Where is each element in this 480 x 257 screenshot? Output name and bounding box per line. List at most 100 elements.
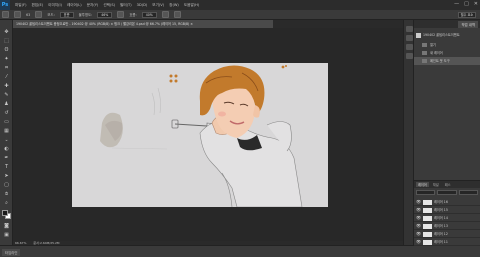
history-snapshot[interactable]: 190402 꿀팁리스트이벤트: [416, 31, 478, 39]
mode-select[interactable]: 표준: [59, 11, 74, 18]
history-item[interactable]: 새 레이어: [414, 49, 480, 57]
menu-edit[interactable]: 편집(E): [31, 3, 43, 8]
type-tool-icon[interactable]: T: [2, 163, 11, 170]
opacity-field[interactable]: 46%: [97, 11, 113, 18]
visibility-eye-icon[interactable]: 👁︎: [416, 238, 421, 246]
healing-brush-tool-icon[interactable]: ✚: [2, 82, 11, 89]
timeline-tab[interactable]: 타임라인: [2, 249, 21, 256]
visibility-eye-icon[interactable]: 👁︎: [416, 198, 421, 206]
layer-thumbnail: [423, 231, 432, 237]
history-item[interactable]: 열기: [414, 41, 480, 49]
zoom-tool-icon[interactable]: ⌕: [2, 199, 11, 206]
menu-view[interactable]: 보기(V): [152, 3, 164, 8]
blend-mode-select[interactable]: [437, 190, 457, 195]
document-tab[interactable]: 190402 꿀팁리스트이벤트 증정으로만 - 190402 @ 40% (RG…: [13, 20, 273, 28]
layer-opacity-field[interactable]: [458, 190, 478, 195]
history-item-label: 새 레이어: [430, 51, 443, 55]
close-button[interactable]: ✕: [474, 1, 478, 7]
layer-name: 레이어 15: [434, 208, 448, 212]
history-tab[interactable]: 작업 내역: [458, 21, 478, 28]
menu-help[interactable]: 도움말(H): [184, 3, 199, 8]
tab-paths[interactable]: 패스: [443, 182, 453, 187]
path-selection-tool-icon[interactable]: ➤: [2, 172, 11, 179]
menu-file[interactable]: 파일(F): [15, 3, 26, 8]
brush-panel-icon[interactable]: [35, 11, 43, 18]
brush-tool-icon[interactable]: ✎: [2, 91, 11, 98]
layers-options: [416, 190, 478, 195]
eyedropper-tool-icon[interactable]: ⁄: [2, 73, 11, 80]
maximize-button[interactable]: □: [464, 1, 469, 7]
history-step-icon: [422, 43, 427, 47]
clone-stamp-tool-icon[interactable]: ♟: [2, 100, 11, 107]
quick-mask-icon[interactable]: ◙: [2, 222, 11, 229]
history-brush-tool-icon[interactable]: ↺: [2, 109, 11, 116]
menu-3d[interactable]: 3D(D): [137, 3, 148, 7]
layer-name: 레이어 13: [434, 224, 448, 228]
jacket: [199, 120, 303, 207]
brush-preset-icon[interactable]: [2, 11, 9, 18]
layer-row[interactable]: 👁︎ 레이어 16: [414, 198, 480, 206]
foreground-color-swatch[interactable]: [2, 210, 8, 216]
magic-wand-tool-icon[interactable]: ✦: [2, 55, 11, 62]
airbrush-icon[interactable]: [161, 11, 169, 18]
visibility-eye-icon[interactable]: 👁︎: [416, 230, 421, 238]
menu-bar: Ps 파일(F) 편집(E) 이미지(I) 레이어(L) 문자(Y) 선택(S)…: [0, 0, 480, 10]
snapshot-label: 190402 꿀팁리스트이벤트: [423, 33, 460, 37]
menu-filter[interactable]: 필터(T): [120, 3, 132, 8]
blur-tool-icon[interactable]: 💧︎: [2, 136, 11, 143]
brush-picker-icon[interactable]: [14, 11, 21, 18]
tab-layers[interactable]: 레이어: [416, 182, 429, 187]
layer-row[interactable]: 👁︎ 레이어 15: [414, 206, 480, 214]
history-item-label: 페인트 붓 도구: [430, 59, 450, 63]
hand-tool-icon[interactable]: ✋︎: [2, 190, 11, 197]
clone-source-icon[interactable]: [406, 44, 413, 50]
menu-select[interactable]: 선택(S): [103, 3, 115, 8]
tools-panel: ✥ ⬚ ʘ ✦ ⌗ ⁄ ✚ ✎ ♟ ↺ ▭ ▦ 💧︎ ◐ ✒ T ➤ ▢ ✋︎ …: [0, 20, 13, 245]
crop-tool-icon[interactable]: ⌗: [2, 64, 11, 71]
eraser-tool-icon[interactable]: ▭: [2, 118, 11, 125]
menu-image[interactable]: 이미지(I): [48, 3, 62, 8]
visibility-eye-icon[interactable]: 👁︎: [416, 214, 421, 222]
layer-row[interactable]: 👁︎ 레이어 13: [414, 222, 480, 230]
menu-window[interactable]: 창(W): [169, 3, 179, 8]
brush-panel-icon[interactable]: [406, 35, 413, 41]
pressure-size-icon[interactable]: [173, 11, 181, 18]
artboard[interactable]: [72, 63, 328, 207]
layer-row[interactable]: 👁︎ 레이어 14: [414, 214, 480, 222]
menu-type[interactable]: 문자(Y): [87, 3, 99, 8]
history-item-label: 열기: [430, 43, 436, 47]
layers-panel: 레이어 채널 패스 👁︎ 레이어 16 👁︎ 레이어 15 👁︎ 레이어 14 👁︎ 레…: [414, 180, 480, 246]
layer-thumbnail: [423, 223, 432, 229]
workspace-select[interactable]: 필수 요소: [458, 12, 476, 18]
history-panel-icon[interactable]: [406, 26, 413, 32]
flow-field[interactable]: 40%: [141, 11, 157, 18]
history-item-active[interactable]: 페인트 붓 도구: [414, 57, 480, 65]
gradient-tool-icon[interactable]: ▦: [2, 127, 11, 134]
screen-mode-icon[interactable]: ▣: [2, 231, 11, 238]
visibility-eye-icon[interactable]: 👁︎: [416, 206, 421, 214]
background-strokes: [100, 87, 168, 150]
minimize-button[interactable]: —: [454, 1, 459, 7]
pen-tool-icon[interactable]: ✒: [2, 154, 11, 161]
layer-name: 레이어 12: [434, 232, 448, 236]
properties-icon[interactable]: [406, 53, 413, 59]
dodge-tool-icon[interactable]: ◐: [2, 145, 11, 152]
flow-label: 흐름:: [129, 13, 137, 17]
bottom-panel: 타임라인: [0, 245, 480, 257]
marquee-tool-icon[interactable]: ⬚: [2, 37, 11, 44]
pressure-opacity-icon[interactable]: [117, 11, 125, 18]
visibility-eye-icon[interactable]: 👁︎: [416, 222, 421, 230]
layer-row[interactable]: 👁︎ 레이어 11: [414, 238, 480, 246]
opacity-label: 불투명도:: [78, 13, 93, 17]
move-tool-icon[interactable]: ✥: [2, 28, 11, 35]
shape-tool-icon[interactable]: ▢: [2, 181, 11, 188]
layer-thumbnail: [423, 215, 432, 221]
lasso-tool-icon[interactable]: ʘ: [2, 46, 11, 53]
snapshot-thumbnail: [416, 32, 421, 38]
tab-channels[interactable]: 채널: [431, 182, 441, 187]
layer-filter-select[interactable]: [416, 190, 436, 195]
layer-thumbnail: [423, 239, 432, 245]
layer-row[interactable]: 👁︎ 레이어 12: [414, 230, 480, 238]
menu-layer[interactable]: 레이어(L): [67, 3, 82, 8]
panel-dock-strip: [403, 20, 414, 245]
